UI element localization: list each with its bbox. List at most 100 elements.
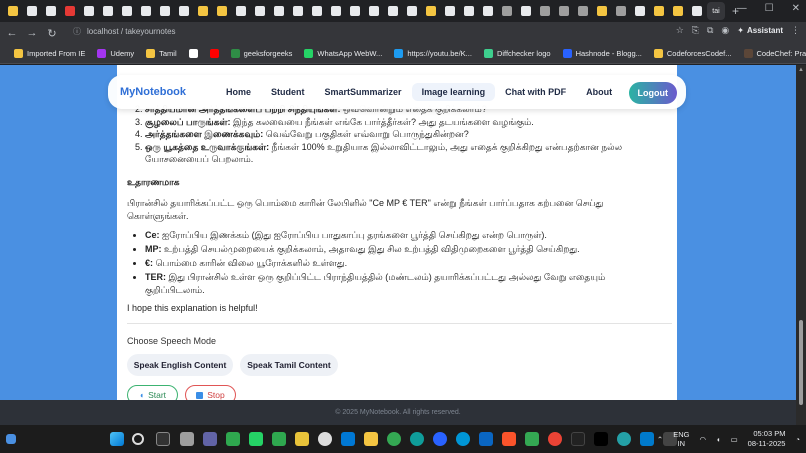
browser-tab[interactable] — [631, 2, 649, 20]
browser-tab[interactable] — [460, 2, 478, 20]
volume-icon[interactable]: ◖ — [716, 435, 721, 444]
nav-link-about[interactable]: About — [576, 83, 622, 101]
app-icon[interactable] — [571, 432, 585, 446]
browser-tab[interactable] — [365, 2, 383, 20]
browser-tab[interactable] — [194, 2, 212, 20]
browser-tab[interactable] — [327, 2, 345, 20]
chevron-up-icon[interactable]: ⌃ — [657, 435, 663, 444]
browser-tab[interactable] — [80, 2, 98, 20]
nav-link-student[interactable]: Student — [261, 83, 315, 101]
app-icon[interactable] — [433, 432, 447, 446]
browser-tab[interactable] — [156, 2, 174, 20]
bookmark-item[interactable]: Hashnode - Blogg... — [562, 49, 642, 58]
start-icon[interactable] — [110, 432, 124, 446]
browser-tab[interactable] — [270, 2, 288, 20]
battery-icon[interactable]: ▭ — [731, 435, 738, 444]
browser-tab[interactable] — [422, 2, 440, 20]
browser-tab[interactable] — [175, 2, 193, 20]
reload-icon[interactable]: ↻ — [44, 27, 60, 40]
browser-tab[interactable] — [23, 2, 41, 20]
browser-tab[interactable] — [251, 2, 269, 20]
browser-tab[interactable] — [688, 2, 706, 20]
wifi-icon[interactable]: ◠ — [699, 435, 706, 444]
bookmark-item[interactable]: CodeforcesCodef... — [653, 49, 732, 58]
browser-tab[interactable] — [441, 2, 459, 20]
brave-icon[interactable] — [502, 432, 516, 446]
folder-icon[interactable] — [364, 432, 378, 446]
browser-tab[interactable] — [213, 2, 231, 20]
app-icon[interactable] — [617, 432, 631, 446]
bookmark-item[interactable] — [209, 49, 219, 58]
speak-english-button[interactable]: Speak English Content — [127, 354, 233, 376]
browser-tab[interactable] — [479, 2, 497, 20]
notification-icon[interactable]: ◔ — [795, 435, 800, 444]
close-icon[interactable]: ✕ — [792, 3, 800, 14]
back-icon[interactable]: ← — [4, 27, 20, 39]
nav-link-image-learning[interactable]: Image learning — [411, 83, 496, 101]
app-icon[interactable] — [525, 432, 539, 446]
bookmark-item[interactable]: Imported From IE — [14, 49, 85, 58]
bookmark-item[interactable]: Tamil — [146, 49, 177, 58]
browser-tab[interactable] — [384, 2, 402, 20]
assistant-button[interactable]: ✦ Assistant — [737, 26, 783, 35]
browser-tab[interactable] — [118, 2, 136, 20]
whatsapp-icon[interactable] — [249, 432, 263, 446]
site-info-icon[interactable]: ⓘ — [73, 26, 81, 37]
speak-tamil-button[interactable]: Speak Tamil Content — [240, 354, 338, 376]
browser-tab[interactable] — [4, 2, 22, 20]
browser-tab[interactable] — [517, 2, 535, 20]
url-field[interactable]: ⓘ localhost / takeyournotes — [73, 26, 176, 37]
minimize-icon[interactable]: — — [737, 3, 747, 14]
app-icon[interactable] — [226, 432, 240, 446]
nav-link-home[interactable]: Home — [216, 83, 261, 101]
linkedin-icon[interactable] — [479, 432, 493, 446]
task-view-icon[interactable] — [156, 432, 170, 446]
app-icon[interactable] — [318, 432, 332, 446]
start-button[interactable]: ◖ Start — [127, 385, 178, 400]
nav-link-smartsummarizer[interactable]: SmartSummarizer — [315, 83, 412, 101]
bookmark-item[interactable]: https://youtu.be/K... — [394, 49, 472, 58]
profile-icon[interactable]: ◉ — [721, 25, 729, 36]
page-scrollbar[interactable]: ▲ ▼ — [796, 65, 806, 425]
browser-tab[interactable] — [536, 2, 554, 20]
bookmark-item[interactable]: Udemy — [97, 49, 134, 58]
app-icon[interactable] — [594, 432, 608, 446]
nav-link-chat-with-pdf[interactable]: Chat with PDF — [495, 83, 576, 101]
search-icon[interactable] — [132, 433, 144, 445]
app-logo[interactable]: MyNotebook — [120, 86, 210, 98]
bookmark-item[interactable]: geeksforgeeks — [230, 49, 292, 58]
browser-tab[interactable] — [555, 2, 573, 20]
bookmark-item[interactable]: WhatsApp WebW... — [304, 49, 382, 58]
maximize-icon[interactable]: ☐ — [765, 3, 774, 14]
logout-button[interactable]: Logout — [628, 82, 677, 104]
chrome-icon[interactable] — [387, 432, 401, 446]
stop-button[interactable]: Stop — [185, 385, 236, 400]
bookmark-item[interactable]: Diffchecker logo — [483, 49, 551, 58]
edge-icon[interactable] — [410, 432, 424, 446]
app-icon[interactable] — [272, 432, 286, 446]
browser-tab[interactable] — [42, 2, 60, 20]
app-icon[interactable] — [180, 432, 194, 446]
outlook-icon[interactable] — [341, 432, 355, 446]
star-icon[interactable]: ☆ — [676, 25, 684, 36]
active-browser-tab[interactable]: tai — [707, 2, 725, 20]
extensions-icon[interactable]: ⧉ — [707, 25, 713, 36]
browser-tab[interactable] — [612, 2, 630, 20]
scroll-down-icon[interactable]: ▼ — [798, 391, 804, 397]
browser-tab[interactable] — [346, 2, 364, 20]
teams-icon[interactable] — [203, 432, 217, 446]
clock[interactable]: 05:03 PM 08-11-2025 — [748, 429, 786, 449]
bookmark-item[interactable] — [188, 49, 198, 58]
browser-tab[interactable] — [232, 2, 250, 20]
bookmark-item[interactable]: CodeChef: Practic... — [743, 49, 806, 58]
scroll-up-icon[interactable]: ▲ — [798, 67, 804, 73]
browser-tab[interactable] — [308, 2, 326, 20]
hp-icon[interactable] — [456, 432, 470, 446]
browser-tab[interactable] — [289, 2, 307, 20]
widgets-icon[interactable] — [6, 434, 16, 444]
browser-tab[interactable] — [574, 2, 592, 20]
chrome-icon[interactable] — [548, 432, 562, 446]
browser-tab[interactable] — [61, 2, 79, 20]
browser-tab[interactable] — [99, 2, 117, 20]
browser-tab[interactable] — [137, 2, 155, 20]
